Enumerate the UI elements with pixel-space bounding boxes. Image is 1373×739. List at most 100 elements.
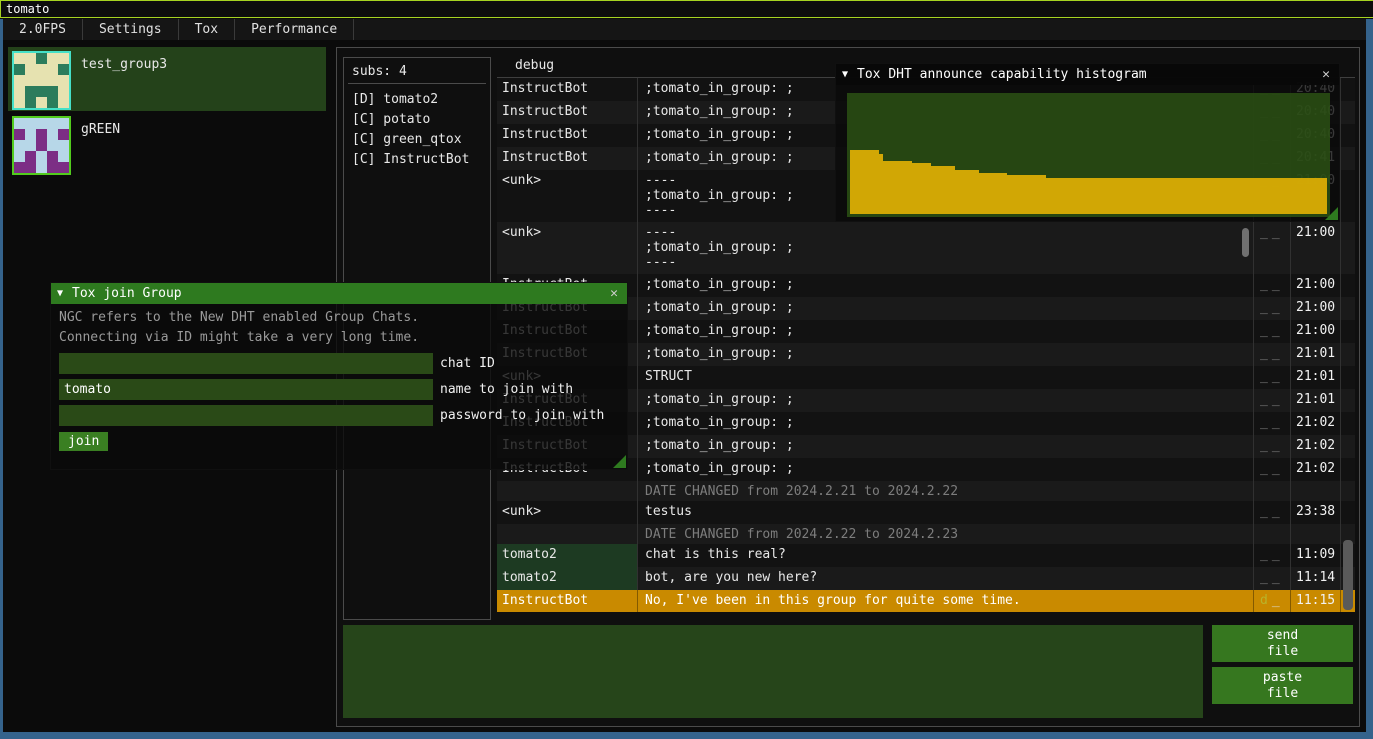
message-row[interactable]: tomato2chat is this real?__11:09 <box>497 544 1355 567</box>
scrollbar-gutter <box>1341 343 1355 366</box>
window-title: tomato <box>6 2 49 16</box>
scrollbar-gutter <box>1341 170 1355 222</box>
sender-name: <unk> <box>497 222 638 274</box>
date-changed-row[interactable]: DATE CHANGED from 2024.2.21 to 2024.2.22 <box>497 481 1355 501</box>
scrollbar-gutter <box>1341 501 1355 524</box>
member-item[interactable]: [C] InstructBot <box>352 150 482 170</box>
histogram-bar <box>1046 178 1327 214</box>
timestamp: 21:00 <box>1291 222 1341 274</box>
sender-name <box>497 524 638 544</box>
delivery-status: __ <box>1254 567 1291 590</box>
sender-name: InstructBot <box>497 101 638 124</box>
scrollbar-gutter <box>1341 222 1355 274</box>
scrollbar-gutter <box>1341 481 1355 501</box>
message-text: ;tomato_in_group: ; <box>638 389 1254 412</box>
dht-histogram-titlebar[interactable]: ▼ Tox DHT announce capability histogram … <box>836 64 1339 85</box>
delivery-status: __ <box>1254 343 1291 366</box>
group-avatar <box>12 51 71 110</box>
histogram-bar <box>979 173 1008 214</box>
member-item[interactable]: [C] green_qtox <box>352 130 482 150</box>
menu-item-2-0fps[interactable]: 2.0FPS <box>3 19 83 40</box>
sender-name: <unk> <box>497 170 638 222</box>
sender-name: InstructBot <box>497 78 638 101</box>
scrollbar-gutter <box>1341 435 1355 458</box>
join-note-line-1: NGC refers to the New DHT enabled Group … <box>59 308 619 328</box>
scrollbar-gutter <box>1341 297 1355 320</box>
sender-name: InstructBot <box>497 124 638 147</box>
scrollbar-gutter <box>1341 274 1355 297</box>
join-button[interactable]: join <box>59 432 108 451</box>
collapse-icon[interactable]: ▼ <box>57 288 63 299</box>
sender-name: <unk> <box>497 501 638 524</box>
timestamp: 21:01 <box>1291 366 1341 389</box>
join-group-title: Tox join Group <box>72 286 607 301</box>
resize-grip-icon[interactable] <box>1325 207 1338 220</box>
delivery-status: __ <box>1254 297 1291 320</box>
menu-item-settings[interactable]: Settings <box>83 19 179 40</box>
date-changed-row[interactable]: DATE CHANGED from 2024.2.22 to 2024.2.23 <box>497 524 1355 544</box>
scrollbar-gutter <box>1341 320 1355 343</box>
sender-name: InstructBot <box>497 590 638 612</box>
timestamp: 21:00 <box>1291 297 1341 320</box>
delivery-status: __ <box>1254 222 1291 274</box>
histogram-bar <box>883 161 912 214</box>
timestamp: 21:02 <box>1291 435 1341 458</box>
window-titlebar[interactable]: tomato <box>0 0 1373 18</box>
scrollbar-gutter <box>1341 366 1355 389</box>
menu-item-performance[interactable]: Performance <box>235 19 354 40</box>
collapse-icon[interactable]: ▼ <box>842 69 848 80</box>
delivery-status: __ <box>1254 544 1291 567</box>
group-item-test_group3[interactable]: test_group3 <box>8 47 326 111</box>
member-item[interactable]: [C] potato <box>352 110 482 130</box>
message-text: ;tomato_in_group: ; <box>638 274 1254 297</box>
chat-id-input[interactable] <box>59 353 433 374</box>
delivery-status: __ <box>1254 412 1291 435</box>
join-password-input[interactable] <box>59 405 433 426</box>
timestamp: 21:01 <box>1291 389 1341 412</box>
paste-file-button[interactable]: paste file <box>1212 667 1353 704</box>
message-input[interactable] <box>343 625 1203 718</box>
join-group-titlebar[interactable]: ▼ Tox join Group ✕ <box>51 283 627 304</box>
subs-header: subs: 4 <box>352 64 482 79</box>
close-icon[interactable]: ✕ <box>607 286 621 301</box>
dht-histogram-window: ▼ Tox DHT announce capability histogram … <box>835 63 1340 222</box>
join-name-input[interactable] <box>59 379 433 400</box>
scrollbar-gutter <box>1341 101 1355 124</box>
histogram-bar <box>850 150 879 214</box>
message-text: bot, are you new here? <box>638 567 1254 590</box>
message-row[interactable]: InstructBotNo, I've been in this group f… <box>497 590 1355 612</box>
send-file-button[interactable]: send file <box>1212 625 1353 662</box>
delivery-status: __ <box>1254 389 1291 412</box>
scrollbar-gutter <box>1341 124 1355 147</box>
histogram-bars <box>850 93 1327 214</box>
menu-item-tox[interactable]: Tox <box>179 19 235 40</box>
close-icon[interactable]: ✕ <box>1319 67 1333 82</box>
timestamp: 21:00 <box>1291 320 1341 343</box>
inner-scrollbar-thumb[interactable] <box>1242 228 1249 257</box>
join-name-label: name to join with <box>433 382 573 397</box>
scrollbar-gutter <box>1341 412 1355 435</box>
timestamp: 21:02 <box>1291 412 1341 435</box>
delivery-status: __ <box>1254 366 1291 389</box>
join-password-label: password to join with <box>433 408 604 423</box>
message-row[interactable]: <unk>testus__23:38 <box>497 501 1355 524</box>
app-root: tomato 2.0FPSSettingsToxPerformance test… <box>0 0 1373 739</box>
message-row[interactable]: tomato2bot, are you new here?__11:14 <box>497 567 1355 590</box>
sender-name: tomato2 <box>497 544 638 567</box>
delivery-status <box>1254 524 1291 544</box>
timestamp: 11:09 <box>1291 544 1341 567</box>
group-item-gREEN[interactable]: gREEN <box>8 112 326 176</box>
message-row[interactable]: <unk>---- ;tomato_in_group: ; ----__21:0… <box>497 222 1355 274</box>
delivery-status: __ <box>1254 274 1291 297</box>
delivery-status: __ <box>1254 458 1291 481</box>
chat-scrollbar-thumb[interactable] <box>1343 540 1353 610</box>
date-changed-text: DATE CHANGED from 2024.2.22 to 2024.2.23 <box>638 524 1254 544</box>
resize-grip-icon[interactable] <box>613 455 626 468</box>
member-item[interactable]: [D] tomato2 <box>352 90 482 110</box>
message-text: testus <box>638 501 1254 524</box>
tab-debug[interactable]: debug <box>497 56 568 73</box>
subs-separator <box>348 83 486 84</box>
group-avatar <box>12 116 71 175</box>
message-text: ;tomato_in_group: ; <box>638 297 1254 320</box>
join-group-window: ▼ Tox join Group ✕ NGC refers to the New… <box>50 282 628 470</box>
